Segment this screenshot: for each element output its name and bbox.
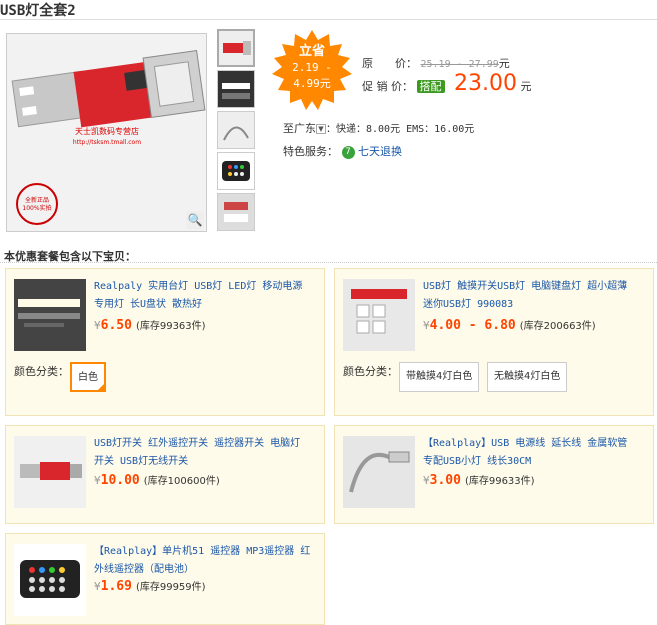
product-name-3-line2[interactable]: 开关 USB灯无线开关 — [94, 453, 300, 471]
page-title: USB灯全套2 — [0, 3, 76, 19]
seven-day-return-link[interactable]: 七天退换 — [358, 145, 402, 158]
zoom-icon[interactable]: 🔍 — [186, 211, 204, 229]
yen-symbol-5: ¥ — [94, 580, 101, 593]
burst-amount-1: 2.19 - — [292, 61, 332, 74]
title-divider — [0, 19, 657, 20]
dropdown-arrow-icon[interactable]: ▼ — [316, 124, 326, 134]
product-image-5[interactable] — [14, 544, 86, 616]
sale-price-unit: 元 — [520, 80, 532, 93]
product-name-2-line2[interactable]: 迷你USB灯 990083 — [423, 296, 627, 314]
yen-symbol-2: ¥ — [423, 319, 430, 332]
combo-badge: 搭配 — [416, 80, 445, 93]
shop-url: http://tsksm.tmall.com — [73, 139, 141, 146]
product-price-1-value: 6.50 — [100, 318, 132, 333]
product-price-1: ¥6.50 (库存99363件) — [94, 317, 206, 333]
yen-symbol-1: ¥ — [94, 319, 101, 332]
burst-amount-2: 4.99元 — [293, 77, 331, 90]
product-name-4-line1[interactable]: 【Realplay】USB 电源线 延长线 金属软管 — [423, 435, 627, 453]
thumbnail-1[interactable] — [217, 29, 255, 67]
stamp-text-2: 100%实拍 — [22, 204, 51, 212]
product-card-1: Realpaly 实用台灯 USB灯 LED灯 移动电源 专用灯 长U盘状 散热… — [5, 268, 325, 416]
usb-touch-light-icon — [343, 279, 415, 351]
usb-remote-switch-icon — [14, 436, 86, 508]
shipping-destination[interactable]: 至广东 — [283, 122, 316, 135]
original-price-unit: 元 — [498, 57, 510, 70]
product-name-4[interactable]: 【Realplay】USB 电源线 延长线 金属软管 专配USB小灯 线长30C… — [423, 435, 627, 471]
burst-label: 立省 — [298, 44, 325, 59]
product-name-3[interactable]: USB灯开关 红外遥控开关 遥控器开关 电脑灯 开关 USB灯无线开关 — [94, 435, 300, 471]
thumbnail-3[interactable] — [217, 111, 255, 149]
shipping-fees: ：快递：8.00元 EMS：16.00元 — [326, 124, 475, 135]
product-stock-1: (库存99363件) — [135, 321, 206, 332]
thumbnail-2[interactable] — [217, 70, 255, 108]
product-name-1-line1[interactable]: Realpaly 实用台灯 USB灯 LED灯 移动电源 — [94, 278, 302, 296]
product-stock-3: (库存100600件) — [143, 476, 220, 487]
product-card-2: USB灯 触摸开关USB灯 电脑键盘灯 超小超薄 迷你USB灯 990083 ¥… — [334, 268, 654, 416]
sale-price-label: 促 销 价： — [362, 80, 413, 93]
product-image-1[interactable] — [14, 279, 86, 351]
sale-price-row: 促 销 价： 搭配 23.00 元 — [362, 71, 531, 96]
original-price-label: 原 价： — [362, 57, 417, 70]
product-stock-4: (库存99633件) — [464, 476, 535, 487]
color-label-2: 颜色分类： — [343, 365, 398, 378]
product-price-4-value: 3.00 — [429, 473, 461, 488]
usb-cable-icon — [343, 436, 415, 508]
thumb-lamp-icon — [218, 71, 254, 107]
usb-board-illustration: 天士凯数码专营店 http://tsksm.tmall.com 全新正品 100… — [7, 34, 206, 231]
thumbnail-4[interactable] — [217, 152, 255, 190]
product-price-2: ¥4.00 - 6.80 (库存200663件) — [423, 317, 596, 333]
product-stock-2: (库存200663件) — [519, 321, 596, 332]
product-price-5: ¥1.69 (库存99959件) — [94, 578, 206, 594]
sale-price-value: 23.00 — [454, 71, 517, 96]
thumb-cable-icon — [218, 112, 254, 148]
product-name-3-line1[interactable]: USB灯开关 红外遥控开关 遥控器开关 电脑灯 — [94, 435, 300, 453]
product-name-1-line2[interactable]: 专用灯 长U盘状 散热好 — [94, 296, 302, 314]
stamp-text-1: 全新正品 — [25, 196, 49, 204]
shop-watermark: 天士凯数码专营店 — [75, 126, 139, 136]
ir-remote-icon — [14, 544, 86, 616]
thumb-usb-board-icon — [219, 31, 253, 65]
product-stock-5: (库存99959件) — [135, 582, 206, 593]
original-price-value: 25.19 - 27.99 — [420, 59, 499, 70]
main-product-image[interactable]: 天士凯数码专营店 http://tsksm.tmall.com 全新正品 100… — [6, 33, 207, 232]
option-touch-4led-white[interactable]: 带触摸4灯白色 — [399, 362, 480, 392]
thumbnail-5[interactable] — [217, 193, 255, 231]
option-no-touch-4led-white[interactable]: 无触摸4灯白色 — [487, 362, 568, 392]
product-card-3: USB灯开关 红外遥控开关 遥控器开关 电脑灯 开关 USB灯无线开关 ¥10.… — [5, 425, 325, 524]
thumb-remote-icon — [218, 153, 254, 189]
product-price-4: ¥3.00 (库存99633件) — [423, 472, 535, 488]
shipping-row: 至广东 ▼ ：快递：8.00元 EMS：16.00元 — [283, 120, 474, 136]
service-label: 特色服务： — [283, 145, 338, 158]
product-image-3[interactable] — [14, 436, 86, 508]
product-price-2-value: 4.00 - 6.80 — [429, 318, 516, 333]
thumb-package-icon — [218, 194, 254, 230]
product-name-5[interactable]: 【Realplay】单片机51 遥控器 MP3遥控器 红 外线遥控器（配电池） — [94, 543, 310, 579]
yen-symbol-3: ¥ — [94, 474, 101, 487]
product-price-5-value: 1.69 — [100, 579, 132, 594]
product-card-5: 【Realplay】单片机51 遥控器 MP3遥控器 红 外线遥控器（配电池） … — [5, 533, 325, 625]
option-white-1[interactable]: 白色 — [70, 362, 106, 392]
thumbnail-list — [217, 29, 255, 234]
savings-burst: 立省 2.19 - 4.99元 — [272, 30, 352, 110]
product-image-4[interactable] — [343, 436, 415, 508]
product-image-2[interactable] — [343, 279, 415, 351]
product-price-3: ¥10.00 (库存100600件) — [94, 472, 220, 488]
product-name-2-line1[interactable]: USB灯 触摸开关USB灯 电脑键盘灯 超小超薄 — [423, 278, 627, 296]
product-name-1[interactable]: Realpaly 实用台灯 USB灯 LED灯 移动电源 专用灯 长U盘状 散热… — [94, 278, 302, 314]
product-card-4: 【Realplay】USB 电源线 延长线 金属软管 专配USB小灯 线长30C… — [334, 425, 654, 524]
original-price-row: 原 价： 25.19 - 27.99元 — [362, 55, 510, 71]
product-name-4-line2[interactable]: 专配USB小灯 线长30CM — [423, 453, 627, 471]
service-row: 特色服务： 7 七天退换 — [283, 143, 402, 159]
seven-day-return-icon: 7 — [341, 145, 355, 159]
led-lamp-icon — [14, 279, 86, 351]
yen-symbol-4: ¥ — [423, 474, 430, 487]
package-divider — [0, 262, 657, 263]
product-name-2[interactable]: USB灯 触摸开关USB灯 电脑键盘灯 超小超薄 迷你USB灯 990083 — [423, 278, 627, 314]
product-name-5-line1[interactable]: 【Realplay】单片机51 遥控器 MP3遥控器 红 — [94, 543, 310, 561]
product-name-5-line2[interactable]: 外线遥控器（配电池） — [94, 561, 310, 579]
color-label-1: 颜色分类： — [14, 365, 69, 378]
product-price-3-value: 10.00 — [100, 473, 140, 488]
